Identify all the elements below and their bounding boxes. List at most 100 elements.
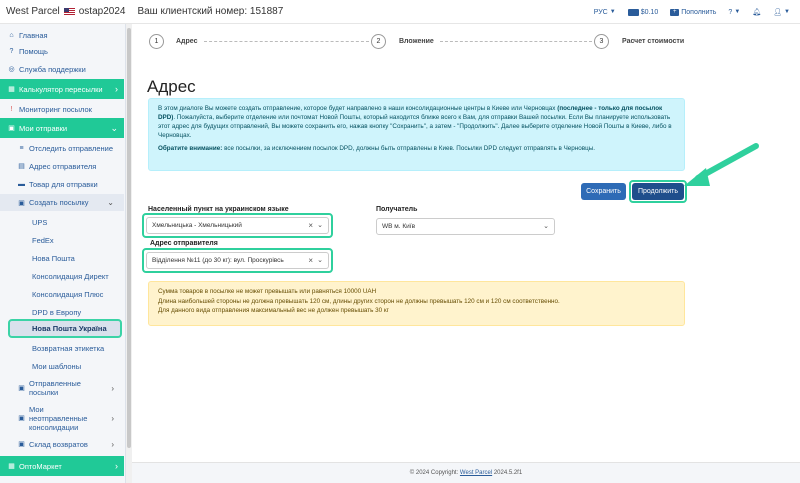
sidebar-item-my-shipments[interactable]: ▣ Мои отправки ⌄ [0, 118, 124, 138]
caret-down-icon: ▼ [784, 9, 790, 15]
help-menu[interactable]: ? ▼ [728, 9, 740, 16]
chevron-down-icon: ⌄ [110, 122, 118, 133]
us-flag-icon [63, 7, 75, 16]
sidebar-item-consolidation-plus[interactable]: Консолидация Плюс [0, 288, 124, 301]
sidebar-item-returns-warehouse[interactable]: ▣ Склад возвратов › [0, 437, 124, 451]
sidebar-item-help[interactable]: ? Помощь [0, 44, 124, 58]
sidebar-item-support[interactable]: ◎ Служба поддержки [0, 62, 124, 76]
sidebar-item-sent-parcels[interactable]: ▣ Отправленные посылки › [0, 377, 124, 399]
question-icon: ? [728, 8, 733, 16]
sidebar-item-label: Склад возвратов [29, 439, 88, 449]
attention-text: все посылки, за исключением посылок DPD,… [222, 145, 595, 152]
sidebar-item-home[interactable]: ⌂ Главная [0, 28, 124, 42]
step-connector [440, 41, 592, 42]
warehouse-icon: ▣ [18, 441, 25, 448]
sidebar-item-ups[interactable]: UPS [0, 216, 124, 229]
sidebar-item-label: Мои шаблоны [32, 362, 82, 371]
step-2-circle: 2 [371, 34, 386, 49]
info-text: . Пожалуйста, выберите отделение или поч… [158, 114, 672, 139]
warning-line: Сумма товаров в посылке не может превыша… [158, 288, 377, 295]
version-text: 2024.5.2f1 [493, 470, 523, 476]
sidebar-item-label: Служба поддержки [19, 64, 86, 74]
sidebar-item-label: UPS [32, 218, 48, 227]
user-icon: 👤︎ [773, 9, 783, 16]
info-attention: Обратите внимание: все посылки, за исклю… [158, 144, 675, 153]
recipient-label: Получатель [376, 206, 418, 213]
sidebar-item-nova-poshta[interactable]: Нова Пошта [0, 252, 124, 265]
sidebar-item-label: ОптоМаркет [19, 461, 62, 471]
plus-icon: + [670, 8, 680, 16]
chevron-right-icon: › [111, 383, 114, 393]
close-icon[interactable]: × [308, 253, 313, 268]
info-paragraph: В этом диалоге Вы можете создать отправл… [158, 104, 675, 140]
language-selector[interactable]: РУС ▼ [594, 9, 616, 16]
sidebar-item-track[interactable]: ≡ Отследить отправление [0, 141, 124, 155]
money-icon [627, 8, 639, 16]
sidebar-item-label: Главная [19, 30, 48, 40]
city-value: Хмельницька - Хмельницький [152, 222, 242, 229]
sidebar-item-goods[interactable]: ▬ Товар для отправки [0, 177, 124, 191]
topup-link[interactable]: + Пополнить [670, 8, 716, 16]
chevron-right-icon: › [111, 413, 114, 423]
sidebar-scrollbar-thumb[interactable] [127, 28, 131, 448]
sender-address-label: Адрес отправителя [150, 240, 218, 247]
footer: © 2024 Copyright: West Parcel 2024.5.2f1 [132, 462, 800, 483]
warning-line: Длина наибольшей стороны не должна превы… [158, 297, 560, 305]
home-icon: ⌂ [9, 31, 14, 39]
sidebar-item-sender-address[interactable]: ▤ Адрес отправителя [0, 159, 124, 173]
language-label: РУС [593, 8, 608, 16]
sidebar-item-monitoring[interactable]: ! Мониторинг посылок [0, 102, 124, 116]
sidebar-item-label: Нова Пошта Україна [32, 324, 107, 333]
username[interactable]: ostap2024 [79, 6, 126, 17]
sidebar-item-templates[interactable]: Мои шаблоны [0, 360, 124, 373]
sidebar-item-optomarket[interactable]: ▦ ОптоМаркет › [0, 456, 124, 476]
attention-label: Обратите внимание: [158, 145, 223, 152]
parcel-icon: ▣ [18, 414, 25, 422]
warning-alert: Сумма товаров в посылке не может превыша… [148, 281, 685, 326]
sidebar-item-unsent-consolidations[interactable]: ▣ Мои неотправленные консолидации › [0, 405, 124, 432]
sidebar-item-label: Возвратная этикетка [32, 344, 105, 353]
exclamation-icon: ! [10, 105, 13, 113]
caret-down-icon: ▼ [609, 9, 616, 15]
sidebar-item-label: Нова Пошта [32, 254, 75, 263]
question-icon: ? [9, 47, 14, 55]
brand[interactable]: West Parcel ostap2024 [0, 6, 125, 17]
notifications-button[interactable]: 🔔︎ [752, 8, 761, 16]
warning-line: Для данного вида отправления максимальны… [158, 307, 389, 314]
balance[interactable]: $0.10 [627, 8, 658, 16]
sidebar-item-label: Адрес отправителя [29, 161, 97, 171]
sidebar: ⌂ Главная ? Помощь ◎ Служба поддержки ▦ … [0, 24, 126, 483]
chevron-down-icon[interactable]: ⌄ [317, 253, 323, 268]
sidebar-item-consolidation-direct[interactable]: Консолидация Директ [0, 270, 124, 283]
step-2-label: Вложение [399, 38, 434, 45]
info-text: В этом диалоге Вы можете создать отправл… [158, 105, 558, 112]
sidebar-item-label: Калькулятор пересылки [19, 84, 103, 94]
save-button[interactable]: Сохранить [581, 183, 626, 200]
store-icon: ▦ [8, 463, 15, 470]
sidebar-item-label: Мониторинг посылок [19, 104, 92, 114]
sidebar-item-label: Помощь [19, 46, 48, 56]
bell-icon: 🔔︎ [752, 9, 762, 16]
calculator-icon: ▦ [8, 86, 15, 93]
user-menu[interactable]: 👤︎ ▼ [773, 8, 790, 16]
caret-down-icon: ▼ [734, 9, 741, 15]
sidebar-item-fedex[interactable]: FedEx [0, 234, 124, 247]
footer-link[interactable]: West Parcel [460, 470, 492, 476]
brand-name[interactable]: West Parcel [6, 6, 60, 17]
close-icon[interactable]: × [308, 218, 313, 233]
chevron-down-icon[interactable]: ⌄ [543, 219, 549, 234]
step-3-label: Расчет стоимости [622, 38, 685, 45]
sender-address-select[interactable]: Відділення №11 (до 30 кг): вул. Проскурі… [146, 252, 329, 269]
chevron-down-icon[interactable]: ⌄ [317, 218, 323, 233]
sidebar-item-label: Создать посылку [29, 198, 89, 207]
sidebar-item-nova-poshta-ukraine[interactable]: Нова Пошта Україна [8, 319, 122, 338]
sidebar-item-calculator[interactable]: ▦ Калькулятор пересылки › [0, 79, 124, 99]
sidebar-item-create-parcel[interactable]: ▣ Создать посылку ⌄ [0, 194, 124, 211]
step-1-label: Адрес [176, 38, 198, 45]
recipient-select[interactable]: WB м. Київ ⌄ [376, 218, 555, 235]
list-icon: ≡ [19, 144, 24, 152]
city-select[interactable]: Хмельницька - Хмельницький × ⌄ [146, 217, 329, 234]
sidebar-item-dpd-europe[interactable]: DPD в Европу [0, 306, 124, 319]
parcel-icon: ▣ [18, 384, 25, 392]
sidebar-item-return-label[interactable]: Возвратная этикетка [0, 342, 124, 355]
